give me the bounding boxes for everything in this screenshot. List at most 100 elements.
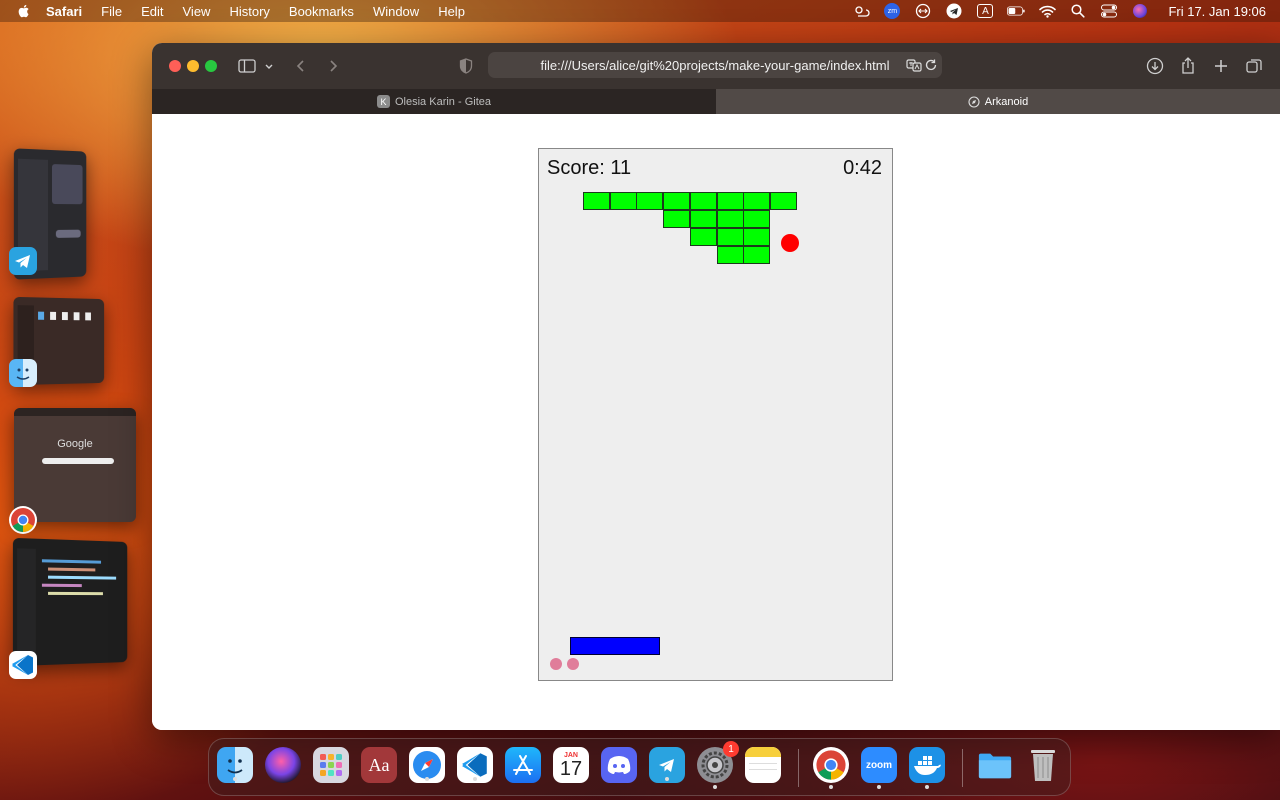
running-indicator bbox=[233, 777, 237, 781]
running-indicator bbox=[925, 785, 929, 789]
discord-icon bbox=[607, 756, 631, 774]
dock-finder[interactable] bbox=[217, 747, 253, 783]
url-text[interactable]: file:///Users/alice/git%20projects/make-… bbox=[541, 58, 890, 73]
life-indicator bbox=[550, 658, 562, 670]
dock-siri[interactable] bbox=[265, 747, 301, 783]
brick bbox=[689, 192, 717, 210]
browser-toolbar: file:///Users/alice/git%20projects/make-… bbox=[152, 43, 1280, 89]
share-icon[interactable] bbox=[1179, 57, 1197, 75]
brick bbox=[716, 192, 744, 210]
menu-file[interactable]: File bbox=[101, 4, 122, 19]
finder-stage-icon[interactable] bbox=[9, 359, 37, 387]
menubar: Safari File Edit View History Bookmarks … bbox=[0, 0, 1280, 22]
life-indicator bbox=[567, 658, 579, 670]
address-bar[interactable]: file:///Users/alice/git%20projects/make-… bbox=[488, 52, 942, 78]
apple-icon[interactable] bbox=[16, 3, 32, 19]
stage-vscode-window[interactable] bbox=[12, 537, 128, 667]
tab-arkanoid-label: Arkanoid bbox=[984, 95, 1029, 108]
reload-icon[interactable] bbox=[924, 58, 938, 72]
control-center-icon[interactable] bbox=[1100, 4, 1118, 18]
finder-face-icon bbox=[227, 759, 243, 774]
brick bbox=[769, 192, 797, 210]
ball bbox=[781, 234, 799, 252]
new-tab-icon[interactable] bbox=[1212, 57, 1230, 75]
battery-icon[interactable] bbox=[1007, 4, 1026, 18]
chevron-down-icon[interactable] bbox=[263, 57, 275, 75]
brick bbox=[716, 228, 744, 246]
vscode-stage-icon[interactable] bbox=[9, 651, 37, 679]
telegram-stage-icon[interactable] bbox=[9, 247, 37, 275]
compass-icon bbox=[968, 95, 980, 108]
telegram-menubar-icon[interactable] bbox=[945, 3, 963, 19]
app-store-icon bbox=[513, 755, 533, 775]
translate-icon[interactable] bbox=[906, 57, 922, 73]
brick bbox=[663, 210, 691, 228]
zoom-menubar-label: zm bbox=[884, 3, 901, 19]
forward-arrow-icon[interactable] bbox=[324, 57, 342, 75]
dictionary-label: Aa bbox=[368, 754, 390, 775]
zoom-window-button[interactable] bbox=[205, 60, 217, 72]
tab-overview-icon[interactable] bbox=[1245, 57, 1263, 75]
dock-downloads-folder[interactable] bbox=[977, 747, 1013, 783]
menu-history[interactable]: History bbox=[229, 4, 269, 19]
spotlight-search-icon[interactable] bbox=[1069, 4, 1087, 18]
tab-arkanoid[interactable]: Arkanoid bbox=[716, 89, 1280, 114]
dock-safari[interactable] bbox=[409, 747, 445, 783]
dock-chrome[interactable] bbox=[813, 747, 849, 789]
menu-window[interactable]: Window bbox=[373, 4, 419, 19]
dock-telegram[interactable] bbox=[649, 747, 685, 783]
stage-google-label: Google bbox=[57, 438, 93, 450]
wifi-icon[interactable] bbox=[1038, 4, 1056, 18]
docker-whale-icon bbox=[914, 756, 941, 775]
menu-view[interactable]: View bbox=[183, 4, 211, 19]
zoom-menubar-icon[interactable]: zm bbox=[883, 3, 901, 19]
siri-icon[interactable] bbox=[1131, 4, 1149, 18]
page-content: Score: 11 0:42 bbox=[152, 114, 1280, 730]
stage-chrome-window[interactable]: Google bbox=[14, 408, 136, 522]
dock-zoom[interactable]: zoom bbox=[861, 747, 897, 789]
weather-icon[interactable] bbox=[852, 4, 871, 18]
input-source-label: A bbox=[977, 4, 994, 18]
notes-icon bbox=[745, 747, 781, 757]
minimize-window-button[interactable] bbox=[187, 60, 199, 72]
privacy-shield-icon[interactable] bbox=[457, 57, 475, 75]
tab-bar: K Olesia Karin - Gitea Arkanoid bbox=[152, 89, 1280, 114]
back-arrow-icon[interactable] bbox=[292, 57, 310, 75]
dock-launchpad[interactable] bbox=[313, 747, 349, 783]
dock-docker[interactable] bbox=[909, 747, 945, 789]
menu-help[interactable]: Help bbox=[438, 4, 465, 19]
sidebar-toggle-icon[interactable] bbox=[238, 57, 256, 75]
chrome-stage-icon[interactable] bbox=[9, 506, 37, 534]
dock-trash[interactable] bbox=[1025, 747, 1061, 783]
launchpad-grid-icon bbox=[320, 754, 342, 776]
brick bbox=[689, 210, 717, 228]
game-board[interactable]: Score: 11 0:42 bbox=[538, 148, 893, 681]
tab-gitea[interactable]: K Olesia Karin - Gitea bbox=[152, 89, 716, 114]
safari-window: file:///Users/alice/git%20projects/make-… bbox=[152, 43, 1280, 730]
brick bbox=[743, 192, 771, 210]
network-monitor-icon[interactable] bbox=[914, 3, 932, 19]
brick bbox=[609, 192, 637, 210]
menubar-clock[interactable]: Fri 17. Jan 19:06 bbox=[1168, 4, 1266, 19]
menu-app-name[interactable]: Safari bbox=[46, 4, 82, 19]
gitea-favicon-icon: K bbox=[377, 95, 390, 108]
trash-icon bbox=[1031, 750, 1055, 781]
dock-vscode[interactable] bbox=[457, 747, 493, 783]
close-window-button[interactable] bbox=[169, 60, 181, 72]
telegram-icon bbox=[659, 759, 674, 772]
dock-separator bbox=[962, 749, 963, 787]
dock-dictionary[interactable]: Aa bbox=[361, 747, 397, 783]
dock-calendar[interactable]: JAN 17 bbox=[553, 747, 589, 783]
brick bbox=[716, 210, 744, 228]
brick bbox=[636, 192, 664, 210]
dock-system-settings[interactable]: 1 bbox=[697, 741, 739, 789]
dock-app-store[interactable] bbox=[505, 747, 541, 783]
menu-edit[interactable]: Edit bbox=[141, 4, 163, 19]
menu-bookmarks[interactable]: Bookmarks bbox=[289, 4, 354, 19]
input-source-icon[interactable]: A bbox=[976, 4, 994, 18]
dock-notes[interactable] bbox=[745, 747, 781, 783]
downloads-icon[interactable] bbox=[1146, 57, 1164, 75]
running-indicator bbox=[877, 785, 881, 789]
paddle[interactable] bbox=[570, 637, 660, 655]
dock-discord[interactable] bbox=[601, 747, 637, 783]
